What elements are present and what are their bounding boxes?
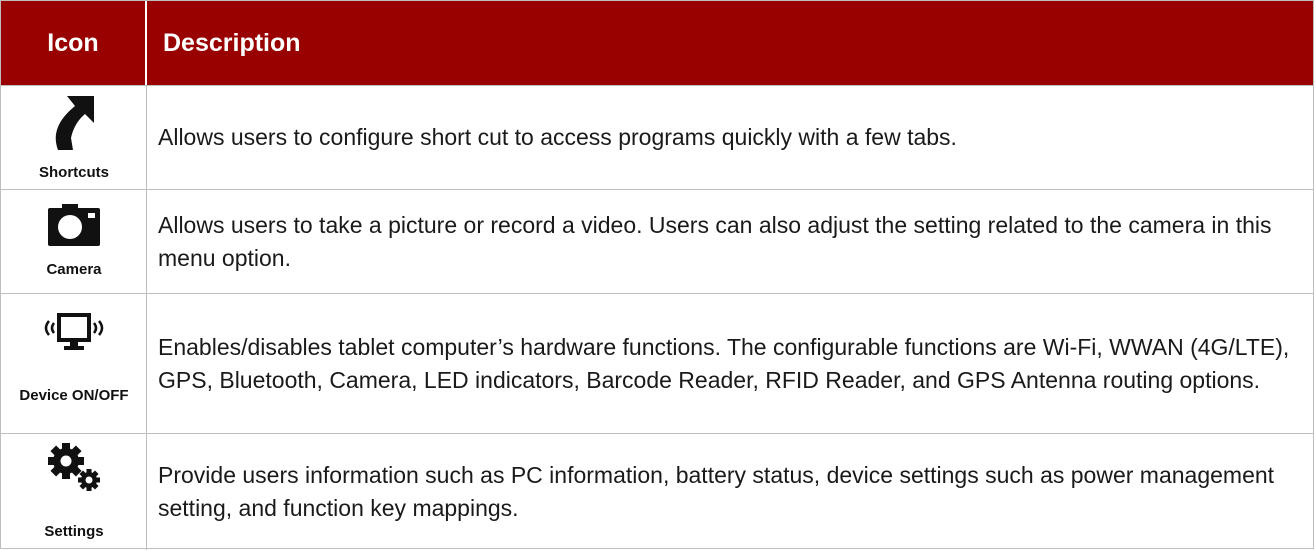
camera-icon [1, 204, 147, 246]
header-description-column: Description [163, 28, 301, 57]
icon-description-table: Icon Description Shortcuts Allows users … [0, 0, 1314, 550]
icon-cell: Device ON/OFF [1, 294, 147, 433]
icon-cell: Settings [1, 434, 147, 550]
description-cell: Allows users to configure short cut to a… [158, 124, 957, 150]
table-header-row: Icon Description [1, 1, 1313, 85]
description-cell: Allows users to take a picture or record… [158, 211, 1272, 271]
table-row: Device ON/OFF Enables/disables tablet co… [1, 293, 1313, 433]
table-row: Settings Provide users information such … [1, 433, 1313, 550]
description-cell: Enables/disables tablet computer’s hardw… [158, 333, 1290, 393]
icon-label: Device ON/OFF [19, 387, 129, 404]
icon-cell: Shortcuts [1, 86, 147, 189]
table-row: Shortcuts Allows users to configure shor… [1, 85, 1313, 189]
icon-label: Camera [46, 261, 102, 278]
table-row: Camera Allows users to take a picture or… [1, 189, 1313, 293]
header-icon-column: Icon [1, 1, 147, 85]
description-cell: Provide users information such as PC inf… [158, 462, 1275, 521]
icon-cell: Camera [1, 190, 147, 293]
icon-label: Shortcuts [38, 164, 109, 181]
icon-label: Settings [44, 523, 104, 540]
shortcut-arrow-icon [1, 96, 147, 150]
gears-icon [1, 442, 147, 492]
monitor-wireless-icon [1, 312, 147, 358]
